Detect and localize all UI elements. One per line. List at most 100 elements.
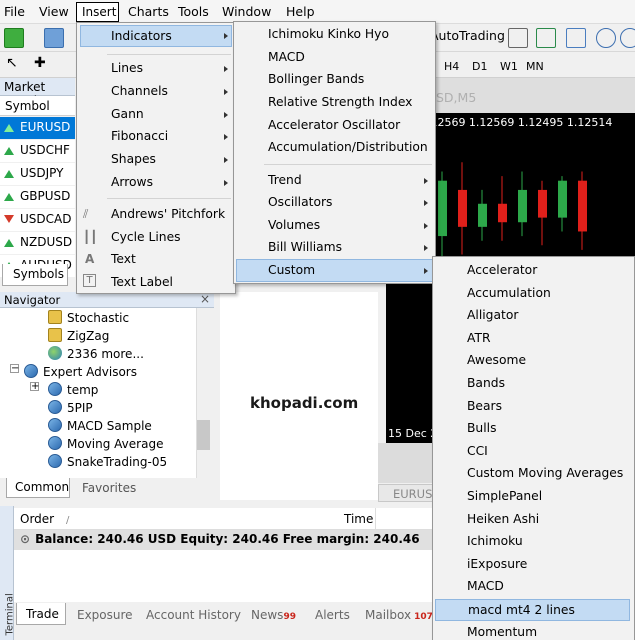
crosshair-icon[interactable]: ✚ [34, 55, 54, 75]
tab-trade[interactable]: Trade [16, 603, 66, 625]
custom-indicator-item[interactable]: CCI [433, 441, 488, 463]
menu-item-text[interactable]: Text [77, 249, 136, 271]
custom-indicator-item[interactable]: Ichimoku [433, 531, 523, 553]
menu-item-bollinger-bands[interactable]: Bollinger Bands [234, 69, 364, 91]
custom-indicator-item[interactable]: Bands [433, 373, 505, 395]
menu-item-oscillators[interactable]: Oscillators [234, 192, 332, 214]
market-watch-symbol-header[interactable]: Symbol [0, 96, 75, 116]
scrollbar-thumb[interactable] [197, 420, 210, 450]
custom-indicator-item[interactable]: iExposure [433, 554, 527, 576]
zoom-out-icon[interactable] [620, 28, 635, 48]
menu-item-ichimoku-kinko-hyo[interactable]: Ichimoku Kinko Hyo [234, 24, 389, 46]
tab-chart-eurusd[interactable]: EURUS [378, 484, 436, 502]
column-time[interactable]: Time [344, 512, 373, 526]
collapse-icon[interactable]: − [10, 364, 19, 374]
zoom-in-icon[interactable] [596, 28, 616, 48]
menu-view[interactable]: View [39, 4, 69, 19]
menu-file[interactable]: File [4, 4, 25, 19]
submenu-arrow-icon [424, 178, 428, 184]
custom-indicator-item[interactable]: ATR [433, 328, 491, 350]
menu-item-volumes[interactable]: Volumes [234, 215, 320, 237]
navigator-item[interactable]: SnakeTrading-05 [48, 454, 167, 469]
cursor-icon[interactable]: ↖ [6, 55, 26, 75]
timeframe-mn[interactable]: MN [526, 60, 544, 73]
menu-charts[interactable]: Charts [128, 4, 169, 19]
menu-tools[interactable]: Tools [178, 4, 209, 19]
menu-item-indicators[interactable]: Indicators [80, 25, 232, 47]
autotrading-button[interactable]: AutoTrading [430, 28, 505, 43]
menu-insert[interactable]: Insert [76, 2, 119, 22]
navigator-item-label: SnakeTrading-05 [67, 455, 168, 469]
custom-indicator-item[interactable]: Bulls [433, 418, 496, 440]
candlestick-icon[interactable] [536, 28, 556, 48]
navigator-item[interactable]: MACD Sample [48, 418, 152, 433]
navigator-item-label: 2336 more... [67, 347, 144, 361]
menu-item-rsi[interactable]: Relative Strength Index [234, 92, 412, 114]
expand-icon[interactable]: + [30, 382, 39, 392]
tab-symbols[interactable]: Symbols [2, 264, 68, 286]
timeframe-d1[interactable]: D1 [472, 60, 487, 73]
market-watch-row[interactable]: EURUSD [0, 117, 75, 139]
navigator-item[interactable]: ZigZag [48, 328, 109, 343]
menu-item-custom[interactable]: Custom [236, 259, 433, 282]
expert-advisor-icon [48, 418, 62, 432]
custom-indicator-item[interactable]: SimplePanel [433, 486, 542, 508]
tab-common[interactable]: Common [6, 478, 70, 498]
tab-favorites[interactable]: Favorites [82, 481, 136, 495]
menu-item-accumulation-distribution[interactable]: Accumulation/Distribution [234, 137, 428, 159]
menu-item-bill-williams[interactable]: Bill Williams [234, 237, 342, 259]
menu-item-cycle-lines[interactable]: Cycle Lines [77, 227, 181, 249]
profiles-icon[interactable] [44, 28, 64, 48]
menu-item-macd[interactable]: MACD [234, 47, 305, 69]
menu-help[interactable]: Help [286, 4, 315, 19]
menu-item-arrows[interactable]: Arrows [77, 172, 153, 194]
tab-news[interactable]: News99 [251, 608, 296, 622]
market-watch-row[interactable]: USDCHF [0, 140, 75, 162]
custom-indicator-item[interactable]: Bears [433, 396, 502, 418]
menu-item-gann[interactable]: Gann [77, 104, 144, 126]
column-order[interactable]: Order / [20, 512, 69, 526]
custom-indicator-item[interactable]: MACD [433, 576, 504, 598]
tab-exposure[interactable]: Exposure [77, 608, 133, 622]
market-watch-row[interactable]: USDJPY [0, 163, 75, 185]
menu-item-shapes[interactable]: Shapes [77, 149, 156, 171]
custom-indicator-item[interactable]: Heiken Ashi [433, 509, 539, 531]
menu-item-trend[interactable]: Trend [234, 170, 302, 192]
navigator-item[interactable]: Stochastic [48, 310, 129, 325]
custom-indicator-item[interactable]: macd mt4 2 lines [435, 599, 630, 621]
bar-chart-icon[interactable] [508, 28, 528, 48]
navigator-item[interactable]: + temp [30, 382, 98, 397]
custom-indicator-item[interactable]: Accumulation [433, 283, 551, 305]
line-chart-icon[interactable] [566, 28, 586, 48]
custom-indicator-item[interactable]: Accelerator [433, 260, 537, 282]
custom-indicator-item[interactable]: Momentum [433, 622, 537, 640]
menu-item-fibonacci[interactable]: Fibonacci [77, 126, 168, 148]
timeframe-h4[interactable]: H4 [444, 60, 459, 73]
custom-indicator-item[interactable]: Awesome [433, 350, 526, 372]
timeframe-w1[interactable]: W1 [500, 60, 518, 73]
navigator-item[interactable]: 5PIP [48, 400, 93, 415]
tab-mailbox[interactable]: Mailbox 107 [365, 608, 433, 622]
navigator-scrollbar[interactable] [196, 308, 212, 478]
menu-item-andrews-pitchfork[interactable]: Andrews' Pitchfork [77, 204, 225, 226]
custom-indicator-item[interactable]: Alligator [433, 305, 518, 327]
menu-item-channels[interactable]: Channels [77, 81, 168, 103]
close-icon[interactable]: × [200, 292, 210, 306]
menu-window[interactable]: Window [222, 4, 271, 19]
navigator-item-label: Expert Advisors [43, 365, 137, 379]
tab-alerts[interactable]: Alerts [315, 608, 350, 622]
menu-item-lines[interactable]: Lines [77, 58, 143, 80]
navigator-item[interactable]: − Expert Advisors [10, 364, 137, 379]
navigator-item[interactable]: 2336 more... [48, 346, 144, 361]
new-chart-icon[interactable] [4, 28, 24, 48]
custom-indicator-item[interactable]: Custom Moving Averages [433, 463, 623, 485]
market-watch-row[interactable]: GBPUSD [0, 186, 75, 208]
arrow-up-icon [4, 170, 14, 178]
menu-item-text-label[interactable]: Text Label [77, 272, 173, 294]
menu-item-accelerator-oscillator[interactable]: Accelerator Oscillator [234, 115, 400, 137]
tab-account-history[interactable]: Account History [146, 608, 241, 622]
market-watch-row[interactable]: NZDUSD [0, 232, 75, 254]
indicators-submenu: Ichimoku Kinko Hyo MACD Bollinger Bands … [233, 21, 436, 284]
navigator-item[interactable]: Moving Average [48, 436, 163, 451]
market-watch-row[interactable]: USDCAD [0, 209, 75, 231]
